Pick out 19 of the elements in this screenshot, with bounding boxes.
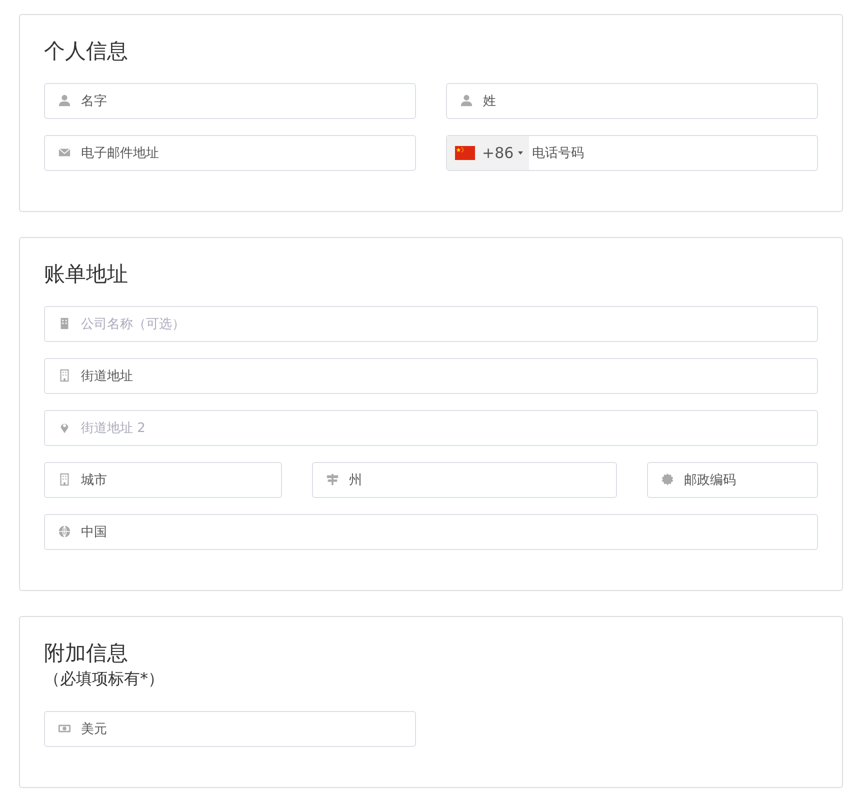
input-field[interactable]: 城市 (44, 462, 282, 498)
section-title: 账单地址 (44, 261, 129, 288)
caret-icon (518, 151, 523, 155)
input-field[interactable]: 中国 (44, 514, 818, 550)
dial-code: +86 (482, 144, 514, 162)
country-select[interactable]: +86 (447, 136, 529, 170)
input-field[interactable]: 名字 (44, 83, 416, 119)
input-field[interactable]: 街道地址 2 (44, 410, 818, 446)
input-field[interactable]: 邮政编码 (647, 462, 818, 498)
flag-icon (455, 146, 475, 160)
input-field[interactable]: 美元 (44, 711, 416, 747)
input-field[interactable]: 电子邮件地址 (44, 135, 416, 171)
input-field[interactable]: 公司名称（可选） (44, 306, 818, 342)
required-note: （必填项标有*） (44, 668, 165, 690)
section-title: 附加信息 (44, 640, 129, 667)
input-field[interactable]: 姓 (446, 83, 818, 119)
section-title: 个人信息 (44, 38, 129, 65)
input-field[interactable]: 街道地址 (44, 358, 818, 394)
input-field[interactable]: 州 (312, 462, 617, 498)
